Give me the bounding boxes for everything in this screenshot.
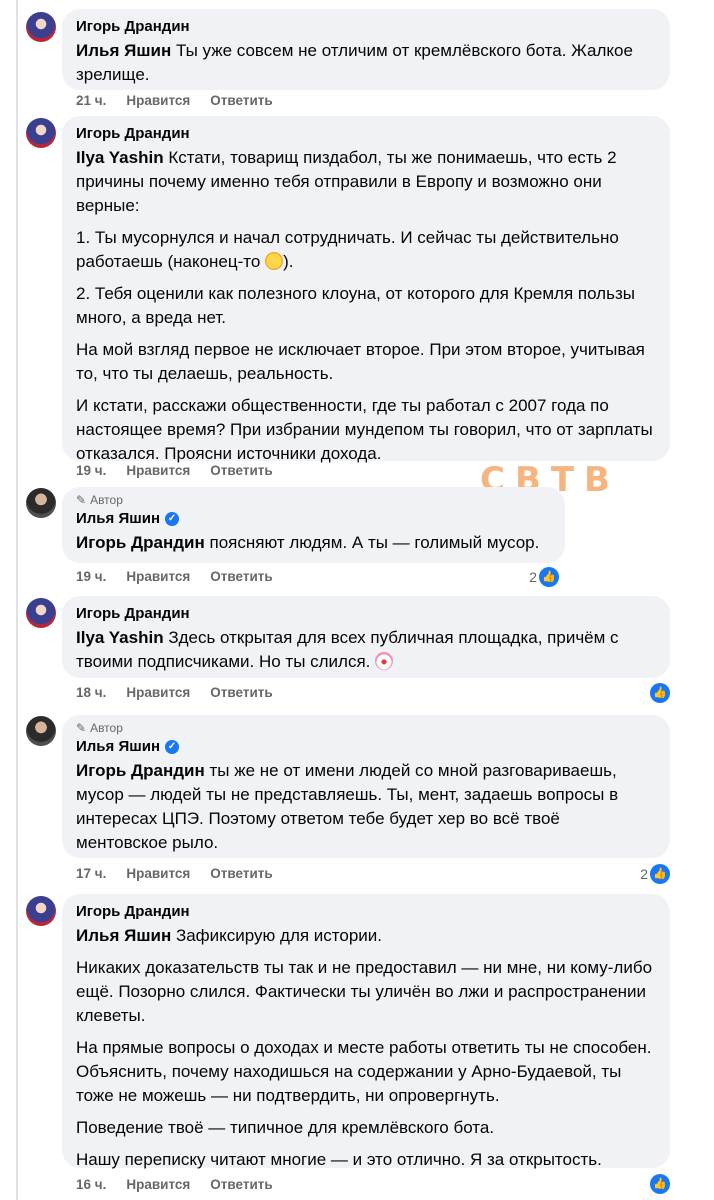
like-button[interactable]: Нравится xyxy=(126,1177,190,1192)
comment-bubble: ✎ Автор Илья Яшин ✓ Игорь Драндин ты же не… xyxy=(62,715,670,858)
pen-icon: ✎ xyxy=(76,493,87,507)
reply-button[interactable]: Ответить xyxy=(210,93,272,108)
author-tag: ✎ Автор xyxy=(76,493,551,507)
mention-link[interactable]: Илья Яшин xyxy=(76,926,171,945)
comment-text: Илья Яшин Зафиксирую для истории. Никаки… xyxy=(76,924,656,1172)
mention-link[interactable]: Игорь Драндин xyxy=(76,761,205,780)
comment-time[interactable]: 19 ч. xyxy=(76,569,106,584)
comment-text: Игорь Драндин поясняют людям. А ты — гол… xyxy=(76,531,551,555)
reaction-count[interactable]: 👍 xyxy=(650,1174,670,1194)
reply-button[interactable]: Ответить xyxy=(210,866,272,881)
comment-time[interactable]: 17 ч. xyxy=(76,866,106,881)
author-tag-label: Автор xyxy=(90,721,123,735)
comment-text: Ilya Yashin Здесь открытая для всех публ… xyxy=(76,626,656,674)
verified-badge-icon: ✓ xyxy=(165,512,180,526)
like-button[interactable]: Нравится xyxy=(126,685,190,700)
comment-author[interactable]: Илья Яшин ✓ xyxy=(76,509,551,529)
clown-emoji-icon xyxy=(375,652,394,670)
mention-link[interactable]: Илья Яшин xyxy=(76,41,171,60)
reply-button[interactable]: Ответить xyxy=(210,463,272,478)
comment-time[interactable]: 18 ч. xyxy=(76,685,106,700)
comment-paragraph: поясняют людям. А ты — голимый мусор. xyxy=(209,533,540,552)
mention-link[interactable]: Ilya Yashin xyxy=(76,148,164,167)
author-tag-label: Автор xyxy=(90,493,123,507)
author-tag: ✎ Автор xyxy=(76,721,656,735)
mention-link[interactable]: Ilya Yashin xyxy=(76,628,164,647)
like-button[interactable]: Нравится xyxy=(126,463,190,478)
reaction-count[interactable]: 2 👍 xyxy=(529,567,559,587)
comment-paragraph: На мой взгляд первое не исключает второе… xyxy=(76,340,645,383)
author-name[interactable]: Илья Яшин xyxy=(76,509,160,529)
comment-time[interactable]: 19 ч. xyxy=(76,463,106,478)
comment-paragraph: Нашу переписку читают многие — и это отл… xyxy=(76,1150,602,1169)
comment-meta: 21 ч. Нравится Ответить xyxy=(76,93,273,108)
like-reaction-icon: 👍 xyxy=(650,1174,670,1194)
comment-bubble: Игорь Драндин Илья Яшин Зафиксирую для и… xyxy=(62,894,670,1169)
reply-button[interactable]: Ответить xyxy=(210,569,272,584)
like-button[interactable]: Нравится xyxy=(126,93,190,108)
laughing-emoji-icon xyxy=(265,252,284,270)
comment-paragraph: Никаких доказательств ты так и не предос… xyxy=(76,958,653,1025)
reaction-count-value: 2 xyxy=(640,866,648,882)
avatar[interactable] xyxy=(26,716,56,746)
comment-time[interactable]: 16 ч. xyxy=(76,1177,106,1192)
avatar[interactable] xyxy=(26,488,56,518)
comment-author[interactable]: Игорь Драндин xyxy=(76,124,656,144)
comment-bubble: Игорь Драндин Ilya Yashin Кстати, товари… xyxy=(62,116,670,463)
comment-author[interactable]: Игорь Драндин xyxy=(76,604,656,624)
comment-meta: 18 ч. Нравится Ответить xyxy=(76,685,273,700)
comment-author[interactable]: Игорь Драндин xyxy=(76,17,656,37)
avatar[interactable] xyxy=(26,118,56,148)
comment-text: Ilya Yashin Кстати, товарищ пиздабол, ты… xyxy=(76,146,656,466)
verified-badge-icon: ✓ xyxy=(165,740,180,754)
comment-paragraph: Зафиксирую для истории. xyxy=(175,926,383,945)
comment-paragraph: Поведение твоё — типичное для кремлёвско… xyxy=(76,1118,495,1137)
thread-line xyxy=(16,0,18,1200)
reply-button[interactable]: Ответить xyxy=(210,685,272,700)
comment-meta: 16 ч. Нравится Ответить xyxy=(76,1177,273,1192)
comment-paragraph: 2. Тебя оценили как полезного клоуна, от… xyxy=(76,284,635,327)
avatar[interactable] xyxy=(26,12,56,42)
comment-bubble: Игорь Драндин Ilya Yashin Здесь открытая… xyxy=(62,596,670,678)
like-reaction-icon: 👍 xyxy=(650,864,670,884)
comment-bubble: ✎ Автор Илья Яшин ✓ Игорь Драндин поясняют… xyxy=(62,487,565,563)
author-name[interactable]: Илья Яшин xyxy=(76,737,160,757)
comment-meta: 19 ч. Нравится Ответить xyxy=(76,463,273,478)
comment-text: Илья Яшин Ты уже совсем не отличим от кр… xyxy=(76,39,656,87)
comment-bubble: Игорь Драндин Илья Яшин Ты уже совсем не… xyxy=(62,9,670,90)
mention-link[interactable]: Игорь Драндин xyxy=(76,533,205,552)
like-reaction-icon: 👍 xyxy=(539,567,559,587)
avatar[interactable] xyxy=(26,598,56,628)
like-button[interactable]: Нравится xyxy=(126,866,190,881)
reply-button[interactable]: Ответить xyxy=(210,1177,272,1192)
comment-meta: 17 ч. Нравится Ответить xyxy=(76,866,273,881)
like-reaction-icon: 👍 xyxy=(650,683,670,703)
comment-paragraph: И кстати, расскажи общественности, где т… xyxy=(76,396,653,463)
comment-time[interactable]: 21 ч. xyxy=(76,93,106,108)
reaction-count-value: 2 xyxy=(529,569,537,585)
comment-author[interactable]: Игорь Драндин xyxy=(76,902,656,922)
comment-text: Игорь Драндин ты же не от имени людей со… xyxy=(76,759,656,855)
comment-meta: 19 ч. Нравится Ответить xyxy=(76,569,273,584)
reaction-count[interactable]: 👍 xyxy=(650,683,670,703)
comment-author[interactable]: Илья Яшин ✓ xyxy=(76,737,656,757)
comment-paragraph: На прямые вопросы о доходах и месте рабо… xyxy=(76,1038,652,1105)
comment-paragraph: 1. Ты мусорнулся и начал сотрудничать. И… xyxy=(76,228,619,271)
comment-paragraph-tail: ). xyxy=(283,252,294,271)
avatar[interactable] xyxy=(26,896,56,926)
reaction-count[interactable]: 2 👍 xyxy=(640,864,670,884)
pen-icon: ✎ xyxy=(76,721,87,735)
like-button[interactable]: Нравится xyxy=(126,569,190,584)
